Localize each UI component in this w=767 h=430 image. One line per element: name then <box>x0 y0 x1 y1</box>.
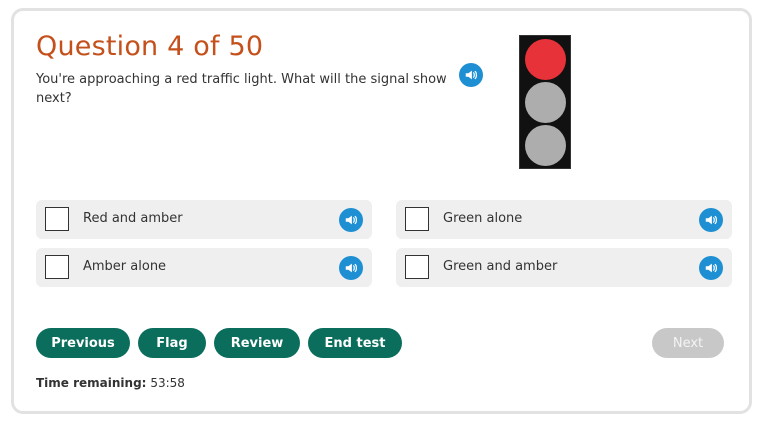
answer-audio-button[interactable] <box>699 256 723 280</box>
green-lamp <box>525 125 566 166</box>
flag-button[interactable]: Flag <box>138 328 206 358</box>
end-test-button[interactable]: End test <box>308 328 402 358</box>
answer-checkbox[interactable] <box>405 255 429 279</box>
answer-option[interactable]: Green alone <box>396 200 732 239</box>
question-text: You're approaching a red traffic light. … <box>36 72 447 106</box>
traffic-light-image <box>519 35 571 169</box>
speaker-icon <box>705 263 717 273</box>
answer-audio-button[interactable] <box>339 208 363 232</box>
speaker-icon <box>705 215 717 225</box>
answer-audio-button[interactable] <box>339 256 363 280</box>
answer-option[interactable]: Red and amber <box>36 200 372 239</box>
answer-label: Red and amber <box>83 211 183 226</box>
previous-button[interactable]: Previous <box>36 328 130 358</box>
time-remaining-label: Time remaining: <box>36 376 147 390</box>
question-title: Question 4 of 50 <box>36 31 264 62</box>
answer-label: Green and amber <box>443 259 558 274</box>
time-remaining-value: 53:58 <box>150 376 185 390</box>
time-remaining: Time remaining: 53:58 <box>36 376 185 390</box>
answer-label: Amber alone <box>83 259 167 274</box>
answer-checkbox[interactable] <box>405 207 429 231</box>
next-button[interactable]: Next <box>652 328 724 358</box>
answer-label: Green alone <box>443 211 523 226</box>
review-button[interactable]: Review <box>214 328 300 358</box>
amber-lamp <box>525 82 566 123</box>
question-audio-button[interactable] <box>459 63 483 87</box>
red-lamp <box>525 39 566 80</box>
answer-audio-button[interactable] <box>699 208 723 232</box>
speaker-icon <box>465 70 477 80</box>
answer-option[interactable]: Green and amber <box>396 248 732 287</box>
speaker-icon <box>345 215 357 225</box>
speaker-icon <box>345 263 357 273</box>
answer-checkbox[interactable] <box>45 255 69 279</box>
answer-option[interactable]: Amber alone <box>36 248 372 287</box>
answer-checkbox[interactable] <box>45 207 69 231</box>
